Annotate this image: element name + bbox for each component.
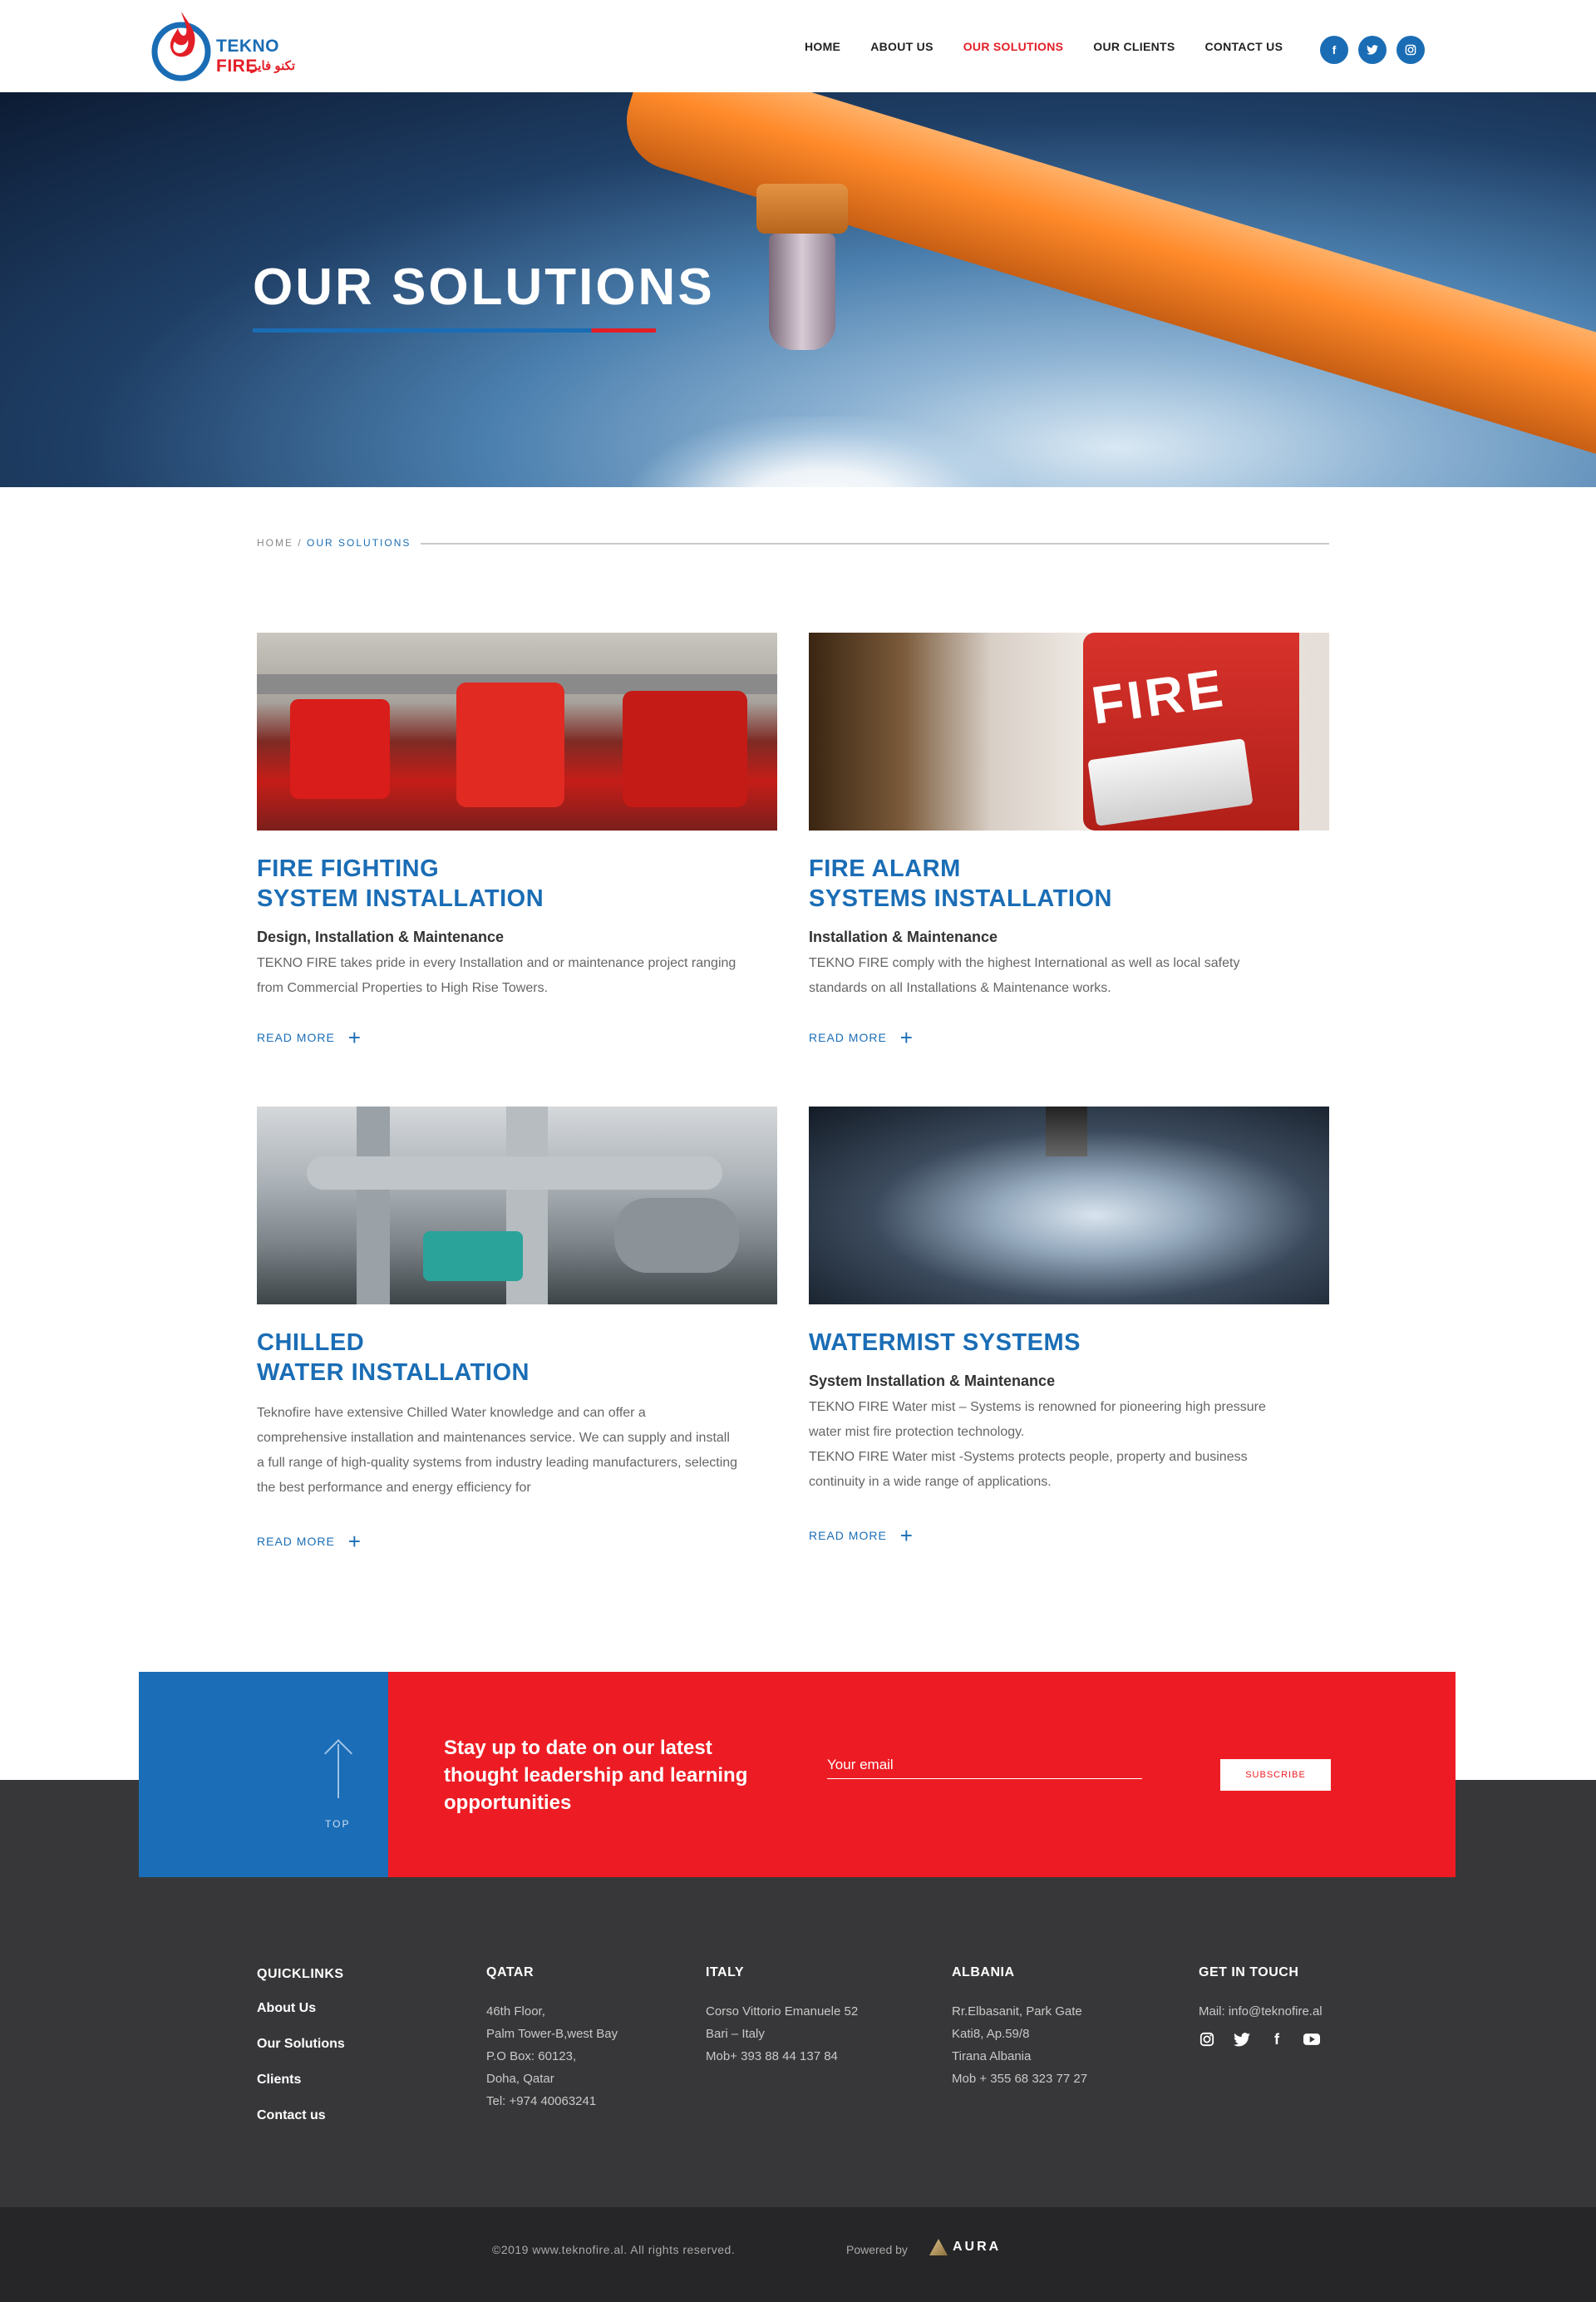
aura-logo-icon [929, 2239, 948, 2255]
card-title: FIRE FIGHTING SYSTEM INSTALLATION [257, 855, 544, 912]
facebook-icon[interactable]: f [1268, 2031, 1285, 2048]
footer-link-contact[interactable]: Contact us [257, 2097, 345, 2133]
back-to-top-button[interactable] [139, 1672, 388, 1877]
read-more-link[interactable]: READ MORE + [809, 1525, 914, 1546]
newsletter-email-input[interactable] [827, 1751, 1142, 1779]
footer-email[interactable]: Mail: info@teknofire.al [1199, 2000, 1323, 2023]
card-subtitle: Design, Installation & Maintenance [257, 929, 505, 945]
bottom-bar [0, 2207, 1596, 2302]
card-title: FIRE ALARM SYSTEMS INSTALLATION [809, 855, 1112, 912]
plus-icon: + [899, 1025, 914, 1050]
hero-pipe-graphic [614, 92, 1596, 470]
footer-link-about[interactable]: About Us [257, 1990, 345, 2026]
fire-fighting-image[interactable] [257, 633, 777, 831]
card-title: CHILLED WATER INSTALLATION [257, 1329, 530, 1386]
plus-icon: + [899, 1523, 914, 1548]
title-underline [253, 328, 656, 333]
chilled-water-image[interactable] [257, 1107, 777, 1304]
card-subtitle: Installation & Maintenance [809, 929, 998, 945]
footer-socials: f [1199, 2031, 1323, 2048]
sprinkler-nozzle-graphic [769, 234, 835, 350]
breadcrumb-home[interactable]: HOME / [257, 537, 303, 549]
solution-card-watermist: WATERMIST SYSTEMS System Installation & … [809, 1107, 1329, 1495]
address-line: Tirana Albania [952, 2049, 1032, 2063]
card-body: TEKNO FIRE comply with the highest Inter… [809, 956, 1240, 995]
card-body: TEKNO FIRE Water mist – Systems is renow… [809, 1400, 1266, 1489]
watermist-image[interactable] [809, 1107, 1329, 1304]
arrow-up-icon-shaft [337, 1744, 339, 1798]
newsletter-text: Stay up to date on our latest thought le… [444, 1737, 748, 1814]
logo[interactable]: TEKNO FIRE تكنو فاير [150, 8, 308, 83]
footer-italy: ITALY Corso Vittorio Emanuele 52 Bari – … [706, 1961, 858, 2068]
solution-card-fire-alarm: FIRE FIRE ALARM SYSTEMS INSTALLATION Ins… [809, 633, 1329, 1001]
address-line: Mob+ 393 88 44 137 84 [706, 2049, 838, 2063]
plus-icon: + [347, 1025, 362, 1050]
address-line: Rr.Elbasanit, Park Gate [952, 2004, 1082, 2019]
nav-about[interactable]: ABOUT US [870, 40, 933, 53]
footer-link-solutions[interactable]: Our Solutions [257, 2026, 345, 2062]
qatar-heading: QATAR [486, 1965, 534, 1979]
instagram-icon[interactable] [1396, 36, 1425, 64]
instagram-icon[interactable] [1199, 2031, 1215, 2048]
footer-quicklinks: QUICKLINKS About Us Our Solutions Client… [257, 1963, 345, 2133]
address-line: P.O Box: 60123, [486, 2049, 577, 2063]
fire-alarm-image[interactable]: FIRE [809, 633, 1329, 831]
breadcrumb: HOME / OUR SOLUTIONS [257, 537, 411, 549]
address-line: Tel: +974 40063241 [486, 2094, 597, 2108]
card-body: TEKNO FIRE takes pride in every Installa… [257, 956, 736, 995]
footer-get-in-touch: GET IN TOUCH Mail: info@teknofire.al f [1199, 1961, 1323, 2048]
aura-logo[interactable]: AURA [929, 2239, 1001, 2255]
nav-clients[interactable]: OUR CLIENTS [1093, 40, 1175, 53]
twitter-icon[interactable] [1358, 36, 1387, 64]
breadcrumb-current: OUR SOLUTIONS [307, 537, 411, 549]
hero-banner [0, 92, 1596, 487]
card-subtitle: System Installation & Maintenance [809, 1373, 1056, 1389]
get-in-touch-heading: GET IN TOUCH [1199, 1965, 1299, 1979]
address-line: Mob + 355 68 323 77 27 [952, 2072, 1088, 2086]
header-socials: f [1320, 36, 1425, 64]
footer-qatar: QATAR 46th Floor, Palm Tower-B,west Bay … [486, 1961, 618, 2112]
address-line: Kati8, Ap.59/8 [952, 2027, 1030, 2041]
main-nav: HOME ABOUT US OUR SOLUTIONS OUR CLIENTS … [805, 40, 1313, 53]
hero-valve-graphic [756, 184, 848, 234]
address-line: Bari – Italy [706, 2027, 765, 2041]
plus-icon: + [347, 1529, 362, 1554]
youtube-icon[interactable] [1303, 2031, 1320, 2048]
facebook-icon[interactable]: f [1320, 36, 1348, 64]
footer-albania: ALBANIA Rr.Elbasanit, Park Gate Kati8, A… [952, 1961, 1087, 2090]
read-more-link[interactable]: READ MORE + [809, 1027, 914, 1048]
albania-heading: ALBANIA [952, 1965, 1015, 1979]
footer-link-clients[interactable]: Clients [257, 2062, 345, 2097]
water-spray-graphic [632, 417, 1014, 487]
copyright: ©2019 www.teknofire.al. All rights reser… [492, 2243, 736, 2256]
italy-heading: ITALY [706, 1965, 745, 1979]
nav-contact[interactable]: CONTACT US [1205, 40, 1283, 53]
card-title: WATERMIST SYSTEMS [809, 1329, 1081, 1356]
nav-home[interactable]: HOME [805, 40, 840, 53]
address-line: Palm Tower-B,west Bay [486, 2027, 618, 2041]
solution-card-chilled-water: CHILLED WATER INSTALLATION Teknofire hav… [257, 1107, 777, 1501]
quicklinks-heading: QUICKLINKS [257, 1967, 344, 1981]
logo-arabic: تكنو فاير [251, 59, 296, 73]
address-line: 46th Floor, [486, 2004, 545, 2019]
read-more-link[interactable]: READ MORE + [257, 1531, 362, 1552]
logo-flame-icon [151, 12, 211, 81]
read-more-link[interactable]: READ MORE + [257, 1027, 362, 1048]
back-to-top-label: TOP [325, 1818, 351, 1830]
breadcrumb-divider [421, 543, 1329, 545]
site-header: TEKNO FIRE تكنو فاير HOME ABOUT US OUR S… [0, 0, 1596, 92]
solution-card-fire-fighting: FIRE FIGHTING SYSTEM INSTALLATION Design… [257, 633, 777, 1001]
nav-solutions[interactable]: OUR SOLUTIONS [963, 40, 1064, 53]
address-line: Corso Vittorio Emanuele 52 [706, 2004, 859, 2019]
powered-by-label: Powered by [846, 2243, 908, 2256]
subscribe-button[interactable]: SUBSCRIBE [1220, 1759, 1331, 1791]
page-title: OUR SOLUTIONS [253, 259, 715, 316]
twitter-icon[interactable] [1234, 2031, 1250, 2048]
address-line: Doha, Qatar [486, 2072, 554, 2086]
card-body: Teknofire have extensive Chilled Water k… [257, 1406, 738, 1495]
